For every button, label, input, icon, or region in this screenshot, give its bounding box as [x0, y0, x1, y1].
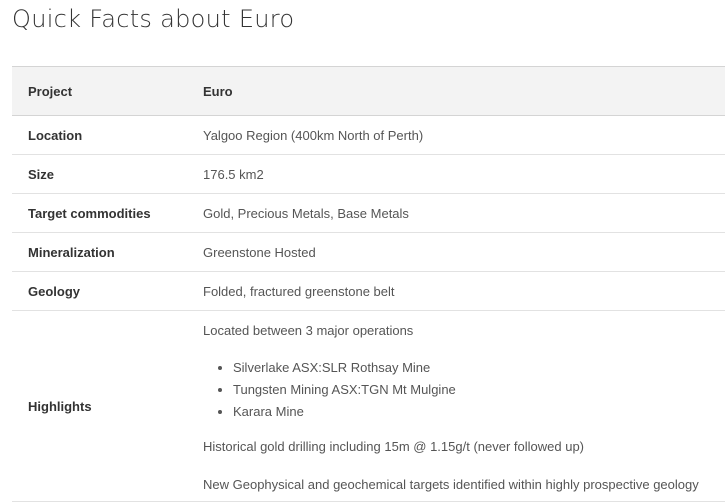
quick-facts-table: Project Euro Location Yalgoo Region (400… — [12, 66, 725, 502]
table-header-row: Project Euro — [12, 67, 725, 116]
table-row-highlights: Highlights Located between 3 major opera… — [12, 311, 725, 502]
row-label: Geology — [28, 283, 81, 299]
header-label-project: Project — [28, 83, 73, 99]
row-value: Gold, Precious Metals, Base Metals — [203, 205, 409, 221]
table-row-geology: Geology Folded, fractured greenstone bel… — [12, 272, 725, 311]
header-value-project: Euro — [203, 83, 233, 99]
row-label: Target commodities — [28, 205, 151, 221]
row-value: 176.5 km2 — [203, 166, 264, 182]
row-label: Mineralization — [28, 244, 115, 260]
operations-list: Silverlake ASX:SLR Rothsay Mine Tungsten… — [203, 360, 456, 426]
highlights-paragraph: New Geophysical and geochemical targets … — [203, 477, 699, 492]
table-row-location: Location Yalgoo Region (400km North of P… — [12, 116, 725, 155]
row-value: Folded, fractured greenstone belt — [203, 283, 395, 299]
row-value: Greenstone Hosted — [203, 244, 316, 260]
row-label: Location — [28, 127, 83, 143]
list-item: Karara Mine — [233, 404, 456, 426]
row-label: Highlights — [28, 398, 92, 414]
page-title: Quick Facts about Euro — [12, 5, 295, 33]
table-row-mineralization: Mineralization Greenstone Hosted — [12, 233, 725, 272]
row-label: Size — [28, 166, 55, 182]
table-row-target-commodities: Target commodities Gold, Precious Metals… — [12, 194, 725, 233]
row-value: Yalgoo Region (400km North of Perth) — [203, 127, 424, 143]
list-item: Silverlake ASX:SLR Rothsay Mine — [233, 360, 456, 382]
highlights-content: Located between 3 major operations Silve… — [203, 311, 725, 501]
table-row-size: Size 176.5 km2 — [12, 155, 725, 194]
highlights-paragraph: Historical gold drilling including 15m @… — [203, 439, 584, 454]
highlights-intro: Located between 3 major operations — [203, 323, 414, 338]
list-item: Tungsten Mining ASX:TGN Mt Mulgine — [233, 382, 456, 404]
